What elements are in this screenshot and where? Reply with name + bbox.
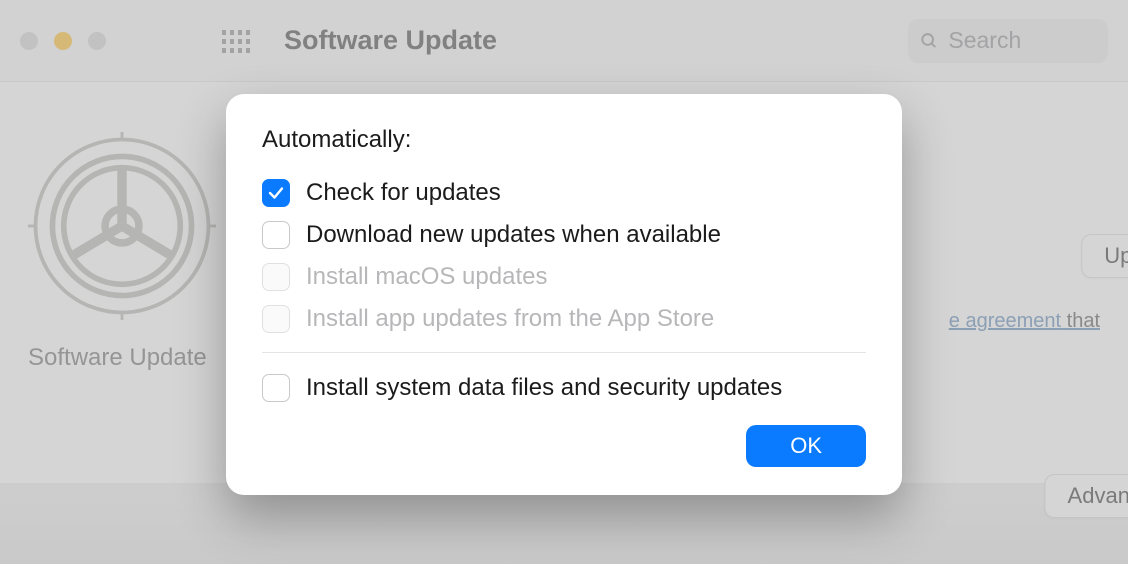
install-security-updates-row[interactable]: Install system data files and security u… xyxy=(262,367,866,409)
install-app-store-updates-label: Install app updates from the App Store xyxy=(306,305,714,333)
install-app-store-updates-checkbox xyxy=(262,305,290,333)
license-agreement-link[interactable]: e agreement that xyxy=(949,310,1100,333)
checkmark-icon xyxy=(267,184,285,202)
sheet-heading: Automatically: xyxy=(262,126,866,154)
software-update-gear-icon xyxy=(28,132,216,320)
install-macos-updates-row: Install macOS updates xyxy=(262,256,866,298)
license-agreement-tail-text: that xyxy=(1061,310,1100,332)
install-security-updates-label: Install system data files and security u… xyxy=(306,374,782,402)
minimize-window-button[interactable] xyxy=(54,32,72,50)
show-all-prefs-button[interactable] xyxy=(222,30,250,52)
advanced-options-sheet: Automatically: Check for updates Downloa… xyxy=(226,94,902,495)
zoom-window-button[interactable] xyxy=(88,32,106,50)
download-new-updates-row[interactable]: Download new updates when available xyxy=(262,214,866,256)
download-new-updates-label: Download new updates when available xyxy=(306,221,721,249)
update-now-button[interactable]: Update xyxy=(1081,234,1128,278)
sheet-divider xyxy=(262,352,866,353)
check-for-updates-checkbox[interactable] xyxy=(262,179,290,207)
nav-arrows xyxy=(146,32,182,50)
license-agreement-link-text: e agreement xyxy=(949,310,1061,332)
ok-button[interactable]: OK xyxy=(746,425,866,467)
window-title: Software Update xyxy=(284,25,497,56)
search-container[interactable] xyxy=(908,19,1108,63)
search-input[interactable] xyxy=(948,27,1092,54)
close-window-button[interactable] xyxy=(20,32,38,50)
window-footer xyxy=(0,484,1128,564)
install-macos-updates-label: Install macOS updates xyxy=(306,263,547,291)
search-icon xyxy=(920,30,938,52)
advanced-button[interactable]: Advanced xyxy=(1045,474,1128,518)
install-macos-updates-checkbox xyxy=(262,263,290,291)
check-for-updates-label: Check for updates xyxy=(306,179,501,207)
check-for-updates-row[interactable]: Check for updates xyxy=(262,172,866,214)
sheet-button-row: OK xyxy=(262,425,866,467)
window-toolbar: Software Update xyxy=(0,0,1128,82)
install-app-store-updates-row: Install app updates from the App Store xyxy=(262,298,866,340)
install-security-updates-checkbox[interactable] xyxy=(262,374,290,402)
download-new-updates-checkbox[interactable] xyxy=(262,221,290,249)
traffic-lights xyxy=(20,32,106,50)
